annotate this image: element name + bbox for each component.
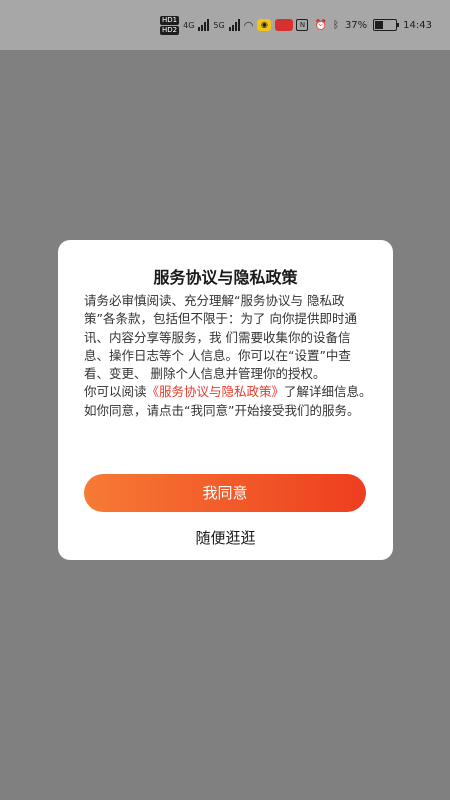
hd-badge-1: HD1 bbox=[160, 15, 180, 25]
battery-icon bbox=[373, 19, 400, 31]
read-prefix-text: 你可以阅读 bbox=[84, 384, 147, 400]
signal-icon-2 bbox=[228, 19, 240, 31]
agree-button[interactable]: 我同意 bbox=[84, 474, 366, 512]
policy-link[interactable]: 《服务协议与隐私政策》 bbox=[147, 384, 285, 399]
privacy-dialog: 服务协议与隐私政策 请务必审慎阅读、充分理解“服务协议与 隐私政策”各条款，包括… bbox=[58, 240, 393, 560]
alarm-icon: ⏰ bbox=[314, 19, 327, 31]
eye-icon: ◉ bbox=[257, 19, 272, 31]
dialog-body: 请务必审慎阅读、充分理解“服务协议与 隐私政策”各条款，包括但不限于：为了 向你… bbox=[84, 292, 374, 420]
network-type-1: 4G bbox=[183, 20, 195, 30]
status-bar-right: N ⏰ ᛒ 37% 14:43 bbox=[296, 14, 432, 36]
network-type-2: 5G bbox=[213, 20, 225, 30]
app-badge-icon bbox=[275, 19, 294, 31]
wifi-icon: ◠ bbox=[243, 18, 254, 32]
dialog-intro-text: 请务必审慎阅读、充分理解“服务协议与 隐私政策”各条款，包括但不限于：为了 向你… bbox=[84, 293, 357, 382]
nfc-icon: N bbox=[296, 19, 309, 31]
clock: 14:43 bbox=[403, 19, 432, 31]
battery-fill bbox=[375, 21, 384, 29]
browse-button[interactable]: 随便逛逛 bbox=[58, 527, 393, 548]
status-bar-left: HD1 HD2 4G 5G ◠ ◉ bbox=[160, 14, 294, 36]
battery-percent: 37% bbox=[344, 19, 368, 31]
hd-badge-2: HD2 bbox=[160, 25, 180, 35]
bluetooth-icon: ᛒ bbox=[332, 19, 339, 31]
dialog-title: 服务协议与隐私政策 bbox=[153, 268, 298, 287]
signal-icon bbox=[198, 19, 210, 31]
